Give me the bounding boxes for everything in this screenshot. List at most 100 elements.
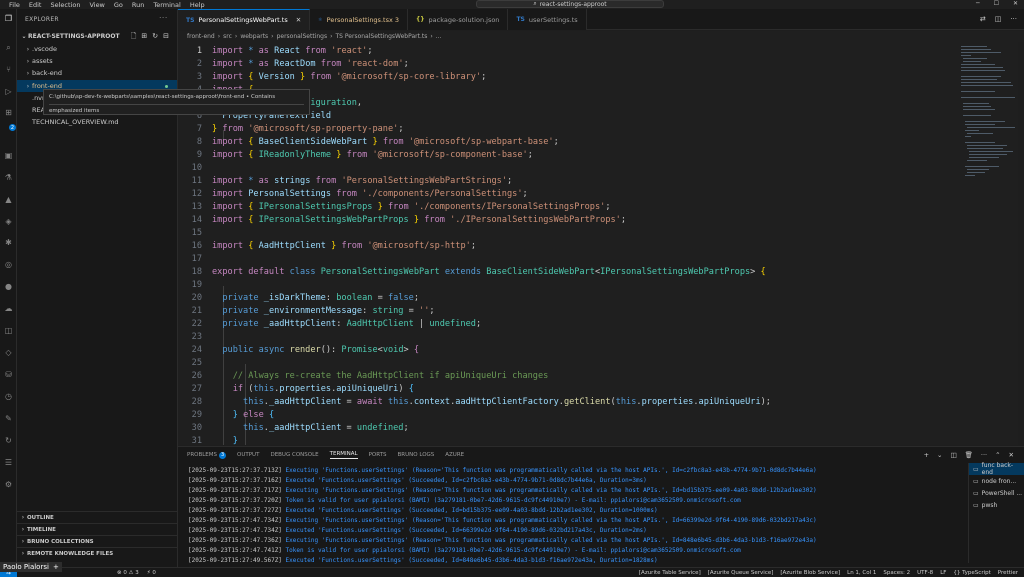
chevron-up-icon[interactable]: ⌃ (995, 451, 1000, 459)
tab-ports[interactable]: PORTS (369, 452, 387, 458)
section-outline[interactable]: › OUTLINE (17, 511, 177, 523)
more-actions-icon[interactable]: ··· (159, 15, 168, 22)
tab-problems[interactable]: PROBLEMS 3 (187, 451, 227, 459)
minimap[interactable] (958, 42, 1018, 445)
tab-personal-settings-webpart[interactable]: TS PersonalSettingsWebPart.ts ✕ (178, 9, 311, 30)
terminal-item-node[interactable]: ▭ node fron... (969, 475, 1024, 487)
remote-explorer-icon[interactable]: ▣ (3, 150, 14, 161)
menu-edit[interactable]: Edit (29, 1, 42, 9)
encoding-status[interactable]: UTF-8 (917, 570, 933, 576)
menu-file[interactable]: File (9, 1, 20, 9)
terminal-item-pwsh[interactable]: ▭ pwsh (969, 499, 1024, 511)
refresh-icon[interactable]: ↻ (152, 32, 158, 43)
terminal-label: PowerShell ... (981, 489, 1023, 497)
section-timeline[interactable]: › TIMELINE (17, 523, 177, 535)
search-view-icon[interactable]: ⌕ (3, 42, 14, 53)
tree-item-vscode[interactable]: › .vscode (17, 43, 177, 55)
tab-bruno-logs[interactable]: BRUNO LOGS (398, 452, 435, 458)
github-icon[interactable]: ● (3, 281, 14, 292)
explorer-title: EXPLORER (25, 16, 59, 23)
explorer-icon[interactable]: ❐ (3, 13, 14, 24)
tab-debug-console[interactable]: DEBUG CONSOLE (270, 452, 318, 458)
code-line: 30 this._aadHttpClient = undefined; (178, 421, 958, 434)
liveshare-icon[interactable]: ↻ (3, 435, 14, 446)
azure-icon[interactable]: ▲ (3, 194, 14, 205)
add-terminal-icon[interactable]: + (924, 451, 929, 459)
azurite-table-status[interactable]: [Azurite Table Service] (639, 570, 701, 576)
copilot-icon[interactable]: ◎ (3, 259, 14, 270)
run-debug-icon[interactable]: ▷ (3, 86, 14, 97)
testing-icon[interactable]: ⚗ (3, 172, 14, 183)
minimize-icon[interactable]: ─ (976, 0, 980, 7)
graph-icon[interactable]: ⚙ (3, 479, 14, 490)
close-tab-icon[interactable]: ✕ (296, 16, 301, 24)
line-number: 14 (191, 214, 202, 225)
cursor-position[interactable]: Ln 1, Col 1 (847, 570, 876, 576)
new-file-icon[interactable]: 🗋 (131, 32, 137, 43)
section-label: TIMELINE (27, 526, 56, 533)
tab-terminal[interactable]: TERMINAL (329, 451, 358, 459)
maximize-icon[interactable]: ☐ (994, 0, 999, 7)
breadcrumb-item[interactable]: TS PersonalSettingsWebPart.ts (336, 33, 428, 40)
command-center-search[interactable]: ⌕ react-settings-approot (476, 0, 664, 8)
bruno-icon[interactable]: ✱ (3, 237, 14, 248)
extensions-badge: 2 (9, 124, 16, 131)
more-actions-icon[interactable]: ··· (1010, 15, 1017, 23)
tree-item-back-end[interactable]: › back-end (17, 67, 177, 79)
menu-terminal[interactable]: Terminal (153, 1, 180, 9)
eol-status[interactable]: LF (940, 570, 946, 576)
chevron-right-icon: › (21, 526, 25, 533)
source-control-icon[interactable]: ⑂ (3, 64, 14, 75)
problems-status[interactable]: ⊗ 0 ⚠ 3 (117, 570, 139, 576)
ports-status[interactable]: ⚡ 0 (147, 570, 156, 576)
menu-selection[interactable]: Selection (50, 1, 80, 9)
terminal-item-func[interactable]: ▭ func back-end (969, 462, 1024, 476)
breadcrumb-item[interactable]: ... (436, 33, 442, 40)
indentation-status[interactable]: Spaces: 2 (883, 570, 910, 576)
new-folder-icon[interactable]: ⊞ (141, 32, 147, 43)
list-icon[interactable]: ☰ (3, 457, 14, 468)
tab-output[interactable]: OUTPUT (237, 452, 259, 458)
collapse-all-icon[interactable]: ⊟ (163, 32, 169, 43)
accounts-icon[interactable]: ☁ (3, 303, 14, 314)
section-bruno-collections[interactable]: › BRUNO COLLECTIONS (17, 535, 177, 547)
terminal-item-powershell[interactable]: ▭ PowerShell ... (969, 487, 1024, 499)
terminal-view-icon[interactable]: ◫ (3, 325, 14, 336)
breadcrumb-item[interactable]: src (223, 33, 232, 40)
menu-run[interactable]: Run (132, 1, 144, 9)
close-window-icon[interactable]: ✕ (1013, 0, 1018, 7)
docker-icon[interactable]: ◈ (3, 216, 14, 227)
split-terminal-icon[interactable]: ◫ (950, 451, 956, 459)
more-actions-icon[interactable]: ··· (981, 451, 987, 459)
chat-icon[interactable]: ✎ (3, 413, 14, 424)
section-remote-knowledge-files[interactable]: › REMOTE KNOWLEDGE FILES (17, 547, 177, 559)
breadcrumb-item[interactable]: personalSettings (277, 33, 328, 40)
tab-personal-settings-tsx[interactable]: ⚛ PersonalSettings.tsx 3 (310, 9, 408, 30)
tree-item-assets[interactable]: › assets (17, 55, 177, 67)
tab-user-settings[interactable]: TS userSettings.ts (508, 9, 587, 30)
breadcrumb-item[interactable]: front-end (187, 33, 215, 40)
code-line: 9 import { IReadonlyTheme } from '@micros… (178, 148, 958, 161)
database-icon[interactable]: ⛁ (3, 369, 14, 380)
tab-package-solution[interactable]: {} package-solution.json (408, 9, 509, 30)
menu-go[interactable]: Go (114, 1, 123, 9)
extensions-icon[interactable]: ⊞ (3, 107, 14, 118)
language-mode[interactable]: {} TypeScript (953, 570, 990, 576)
split-editor-icon[interactable]: ◫ (995, 15, 1002, 23)
close-panel-icon[interactable]: ✕ (1009, 451, 1014, 459)
log-message: Executed 'Functions.userSettings' (Succe… (285, 557, 658, 564)
workspace-root[interactable]: ⌄ REACT-SETTINGS-APPROOT 🗋 ⊞ ↻ ⊟ (17, 31, 177, 41)
prettier-status[interactable]: Prettier (998, 570, 1018, 576)
menu-view[interactable]: View (89, 1, 104, 9)
azurite-queue-status[interactable]: [Azurite Queue Service] (708, 570, 774, 576)
timer-icon[interactable]: ◷ (3, 391, 14, 402)
breadcrumb-item[interactable]: webparts (240, 33, 268, 40)
chevron-down-icon[interactable]: ⌄ (937, 451, 942, 459)
playwright-icon[interactable]: ◇ (3, 347, 14, 358)
tree-item-technical-overview[interactable]: TECHNICAL_OVERVIEW.md (17, 116, 177, 128)
menu-help[interactable]: Help (190, 1, 205, 9)
compare-icon[interactable]: ⇄ (980, 15, 986, 23)
tab-azure[interactable]: AZURE (445, 452, 464, 458)
trash-icon[interactable]: 🗑 (965, 451, 973, 459)
azurite-blob-status[interactable]: [Azurite Blob Service] (780, 570, 840, 576)
